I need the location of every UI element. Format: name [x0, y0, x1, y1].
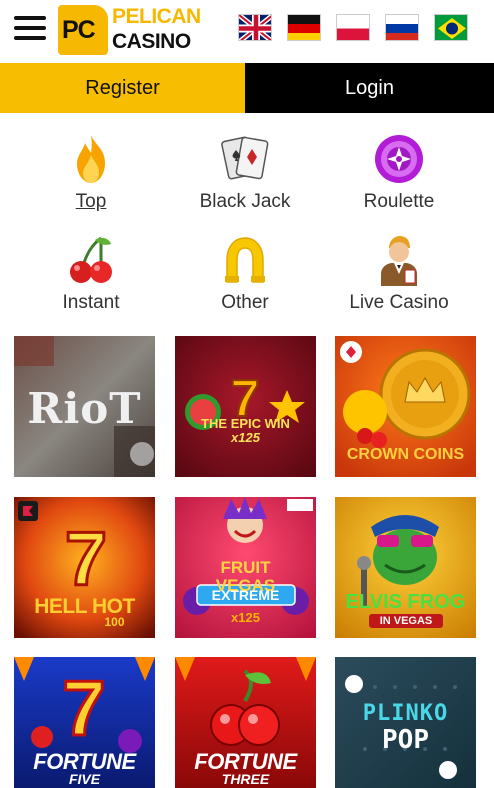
category-label: Other	[221, 292, 269, 313]
category-label: Roulette	[363, 191, 435, 212]
logo-text-line1: PELICAN	[112, 5, 201, 28]
game-title: ELVIS FROG	[345, 591, 466, 613]
game-subtitle: THREE	[221, 771, 270, 787]
category-label: Live Casino	[349, 292, 449, 313]
horseshoe-icon	[225, 237, 265, 283]
flag-ru-icon[interactable]	[385, 14, 419, 41]
pelican-casino-logo[interactable]: PC PELICAN CASINO	[58, 5, 201, 55]
game-tile-fruit-vegas-extreme[interactable]: FRUIT VEGAS EXTREME x125	[175, 497, 316, 638]
game-title: THE EPIC WIN	[201, 416, 290, 431]
game-subtitle: x125	[231, 430, 260, 445]
game-subtitle: EXTREME	[211, 587, 280, 603]
flag-br-icon[interactable]	[434, 14, 468, 41]
game-tile-fortune-three[interactable]: FORTUNE THREE	[175, 657, 316, 788]
dealer-icon	[381, 236, 417, 286]
flag-pl-icon[interactable]	[336, 14, 370, 41]
game-badge: x125	[231, 610, 260, 625]
flag-uk-icon[interactable]	[238, 14, 272, 41]
game-tile-epic-win[interactable]: 7 THE EPIC WIN x125	[175, 336, 316, 477]
category-label: Top	[75, 191, 107, 212]
login-button[interactable]: Login	[245, 63, 494, 113]
game-tile-fortune-five[interactable]: 7 FORTUNE FIVE	[14, 657, 155, 788]
flag-de-icon[interactable]	[287, 14, 321, 41]
auth-bar: Register Login	[0, 63, 494, 113]
category-live-casino[interactable]: Live Casino	[319, 234, 479, 324]
game-tile-plinko-pop[interactable]: PLINKO POP	[335, 657, 476, 788]
category-label: Instant	[62, 292, 120, 313]
category-top[interactable]: Top	[11, 133, 171, 223]
hamburger-menu-icon[interactable]	[14, 16, 46, 42]
game-subtitle: 100	[104, 615, 125, 629]
game-title: CROWN COINS	[346, 446, 465, 463]
category-other[interactable]: Other	[165, 234, 325, 324]
game-subtitle: IN VEGAS	[369, 614, 443, 628]
cherries-icon	[70, 236, 112, 283]
logo-text-line2: CASINO	[112, 30, 191, 53]
game-title: RioT	[27, 384, 142, 433]
game-tile-riot[interactable]: RioT	[14, 336, 155, 477]
register-button[interactable]: Register	[0, 63, 245, 113]
game-subtitle: POP	[382, 725, 429, 755]
category-roulette[interactable]: Roulette	[319, 133, 479, 223]
category-blackjack[interactable]: Black Jack	[165, 133, 325, 223]
header: PC PELICAN CASINO	[0, 0, 494, 63]
flame-icon	[77, 135, 105, 183]
game-tile-elvis-frog[interactable]: ELVIS FROG IN VEGAS	[335, 497, 476, 638]
category-label: Black Jack	[199, 191, 291, 212]
game-title: PLINKO	[362, 701, 449, 726]
category-instant[interactable]: Instant	[11, 234, 171, 324]
game-tile-crown-coins[interactable]: CROWN COINS	[335, 336, 476, 477]
logo-badge: PC	[58, 5, 108, 55]
cards-icon	[221, 136, 269, 180]
game-tile-hell-hot[interactable]: 7 HELL HOT 100	[14, 497, 155, 638]
svg-text:7: 7	[62, 664, 105, 752]
game-subtitle: FIVE	[68, 771, 101, 787]
svg-text:7: 7	[65, 517, 107, 602]
roulette-icon	[375, 135, 423, 183]
